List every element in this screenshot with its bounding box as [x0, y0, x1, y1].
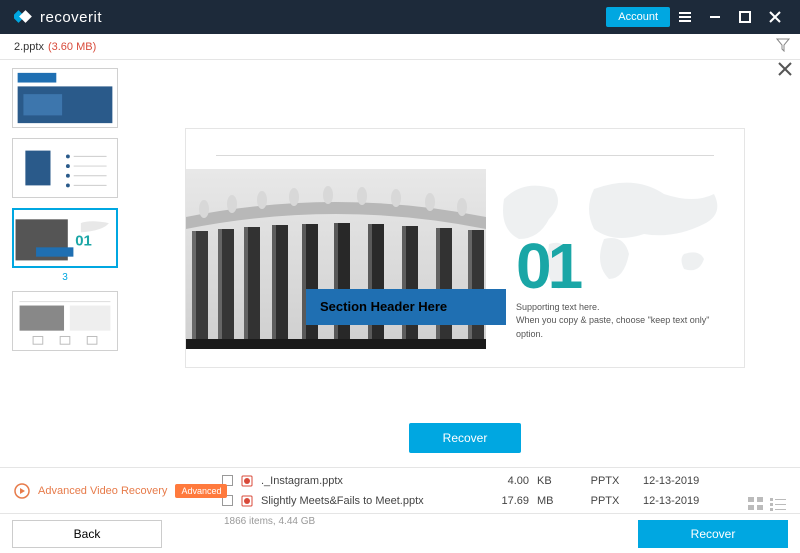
file-date-cell: 12-13-2019: [643, 475, 723, 487]
file-type-cell: PPTX: [575, 475, 635, 487]
video-recovery-icon: [14, 483, 30, 499]
supporting-line-1: Supporting text here.: [516, 301, 736, 315]
advanced-badge: Advanced: [175, 484, 227, 498]
advanced-video-recovery-label: Advanced Video Recovery: [38, 485, 167, 497]
file-row[interactable]: ._Instagram.pptx 4.00 KB PPTX 12-13-2019: [222, 471, 788, 491]
section-header-box: Section Header Here: [306, 289, 506, 325]
close-icon[interactable]: [760, 2, 790, 32]
app-logo: recoverit: [14, 8, 102, 26]
supporting-line-2: When you copy & paste, choose "keep text…: [516, 314, 736, 341]
thumbnail-3[interactable]: 01: [12, 208, 118, 268]
advanced-video-recovery[interactable]: Advanced Video Recovery Advanced: [14, 468, 227, 513]
grid-view-icon[interactable]: [748, 497, 764, 511]
file-list-strip: Advanced Video Recovery Advanced ._Insta…: [0, 467, 800, 513]
thumbnail-number: 3: [6, 272, 124, 283]
list-view-icon[interactable]: [770, 497, 786, 511]
logo-icon: [14, 8, 32, 26]
file-row[interactable]: Slightly Meets&Fails to Meet.pptx 17.69 …: [222, 491, 788, 511]
menu-icon[interactable]: [670, 2, 700, 32]
recover-preview-button[interactable]: Recover: [409, 423, 522, 453]
maximize-icon[interactable]: [730, 2, 760, 32]
file-unit-cell: KB: [537, 475, 567, 487]
thumbnail-2[interactable]: [12, 138, 118, 198]
svg-text:01: 01: [75, 232, 92, 249]
minimize-icon[interactable]: [700, 2, 730, 32]
file-unit-cell: MB: [537, 495, 567, 507]
file-name-cell: ._Instagram.pptx: [261, 475, 451, 487]
file-name-cell: Slightly Meets&Fails to Meet.pptx: [261, 495, 451, 507]
thumbnail-panel: 01 3: [0, 60, 130, 467]
preview-pane: 01 Section Header Here Supporting text h…: [130, 60, 800, 467]
close-preview-icon[interactable]: [778, 62, 792, 81]
pptx-icon: [241, 475, 253, 487]
back-button[interactable]: Back: [12, 520, 162, 548]
app-name: recoverit: [40, 9, 102, 26]
main-area: 01 3: [0, 60, 800, 467]
thumbnail-1[interactable]: [12, 68, 118, 128]
recover-button[interactable]: Recover: [638, 520, 788, 548]
titlebar: recoverit Account: [0, 0, 800, 34]
slide-big-number: 01: [516, 229, 579, 303]
pptx-icon: [241, 495, 253, 507]
file-size-cell: 4.00: [459, 475, 529, 487]
preview-file-size: (3.60 MB): [48, 41, 96, 53]
file-date-cell: 12-13-2019: [643, 495, 723, 507]
thumbnail-4[interactable]: [12, 291, 118, 351]
file-summary: 1866 items, 4.44 GB: [224, 516, 315, 527]
filter-icon[interactable]: [776, 38, 790, 55]
file-type-cell: PPTX: [575, 495, 635, 507]
preview-file-name: 2.pptx: [14, 41, 44, 53]
slide-preview: 01 Section Header Here Supporting text h…: [185, 128, 745, 368]
account-button[interactable]: Account: [606, 7, 670, 27]
bottom-bar: Back Recover: [0, 513, 800, 553]
preview-header: 2.pptx (3.60 MB): [0, 34, 800, 60]
file-size-cell: 17.69: [459, 495, 529, 507]
supporting-text: Supporting text here. When you copy & pa…: [516, 301, 736, 342]
